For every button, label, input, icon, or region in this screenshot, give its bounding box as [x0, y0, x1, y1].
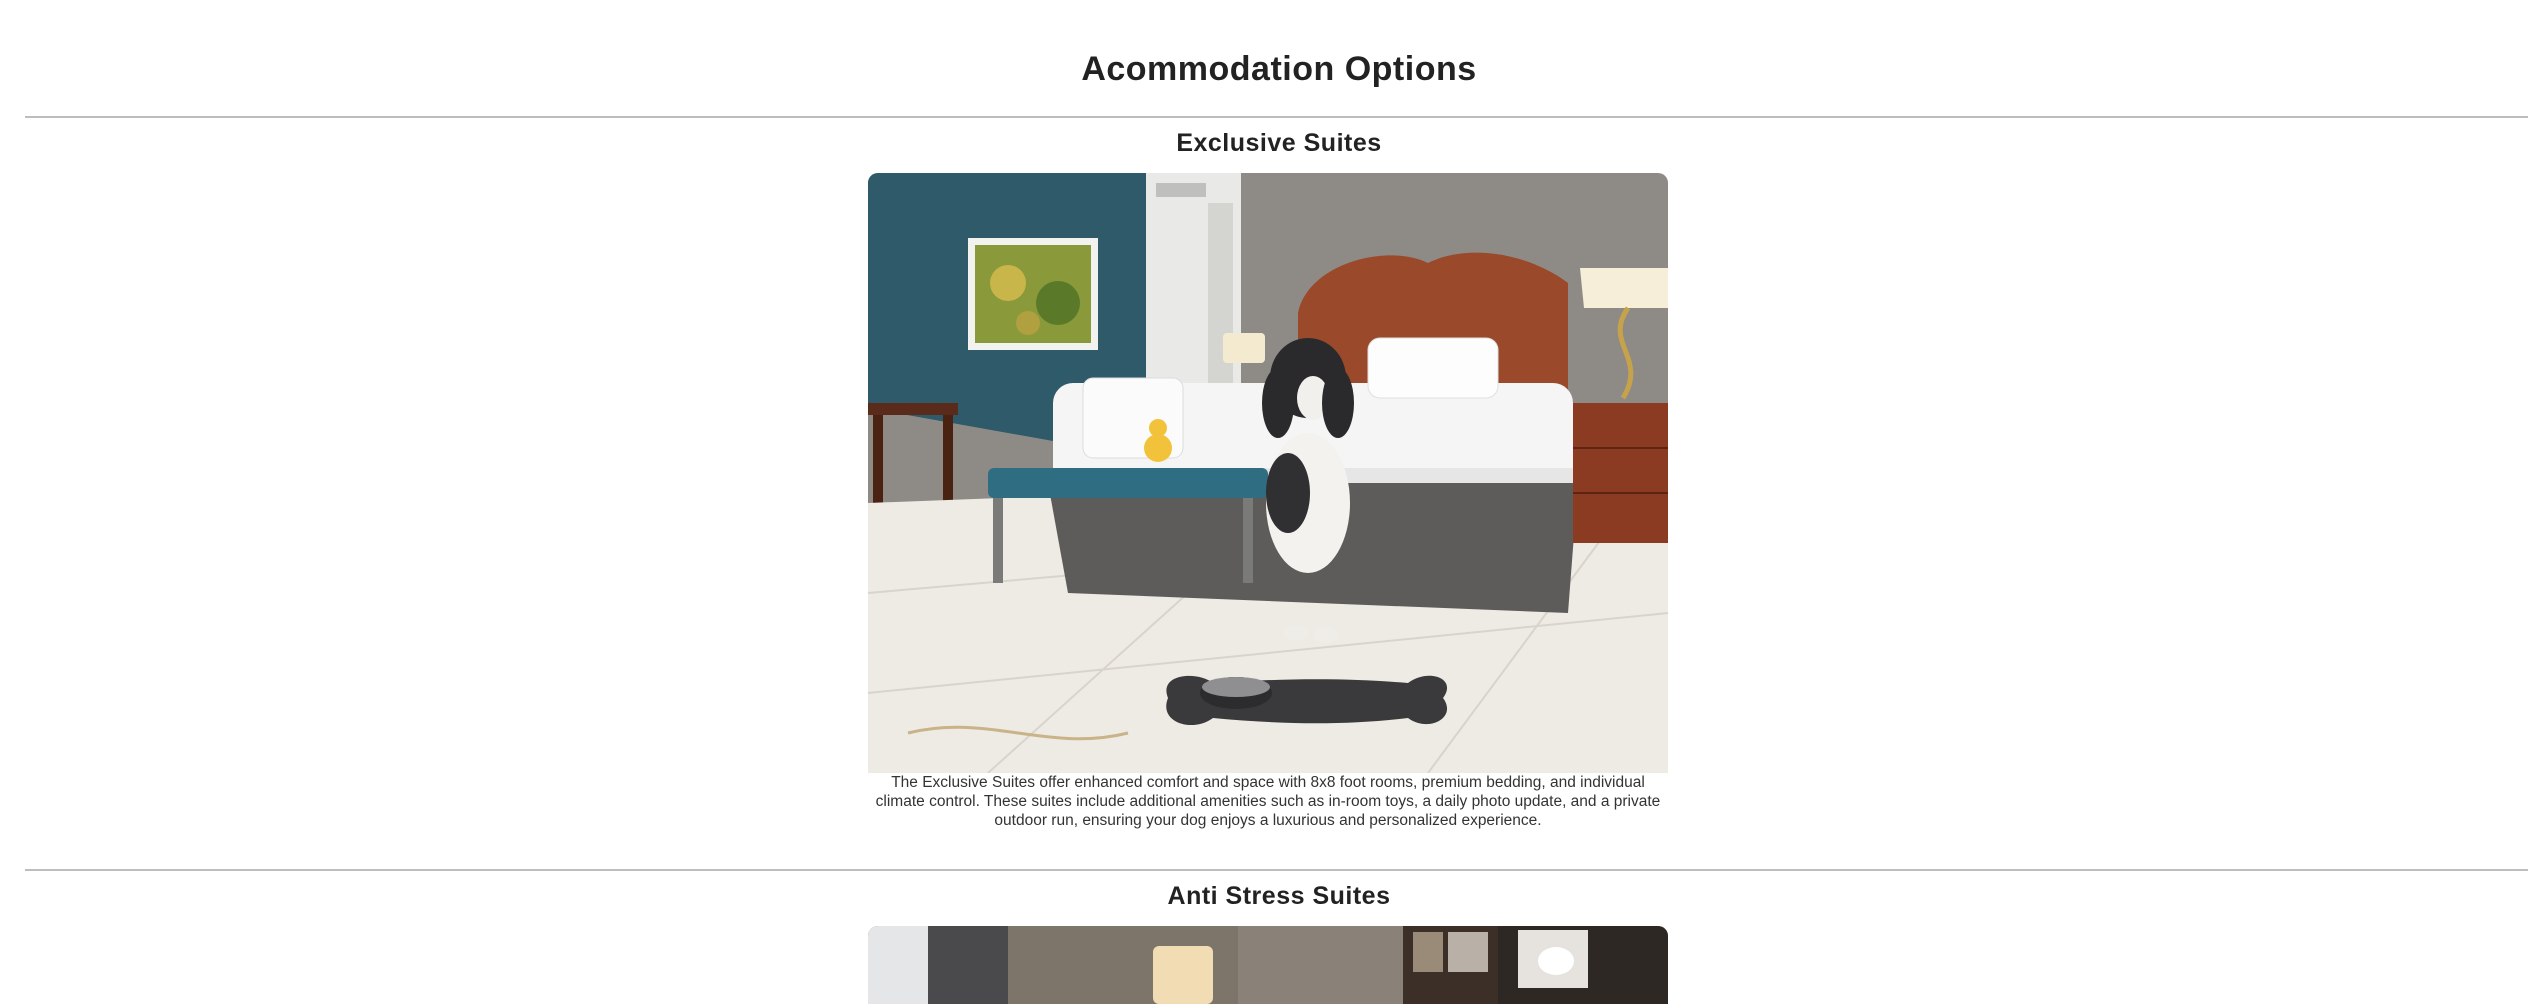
accommodation-page: Acommodation Options Exclusive Suites Th…: [0, 0, 2528, 1004]
page-title: Acommodation Options: [1081, 50, 1477, 88]
section-heading-anti-stress-suites: Anti Stress Suites: [1167, 882, 1391, 910]
section-heading-exclusive-suites: Exclusive Suites: [1176, 129, 1382, 157]
section-divider: [25, 116, 2528, 118]
exclusive-suites-description: The Exclusive Suites offer enhanced comf…: [875, 774, 1661, 829]
exclusive-suites-photo: [868, 173, 1668, 773]
anti-stress-suites-photo: [868, 926, 1668, 1004]
section-divider: [25, 869, 2528, 871]
